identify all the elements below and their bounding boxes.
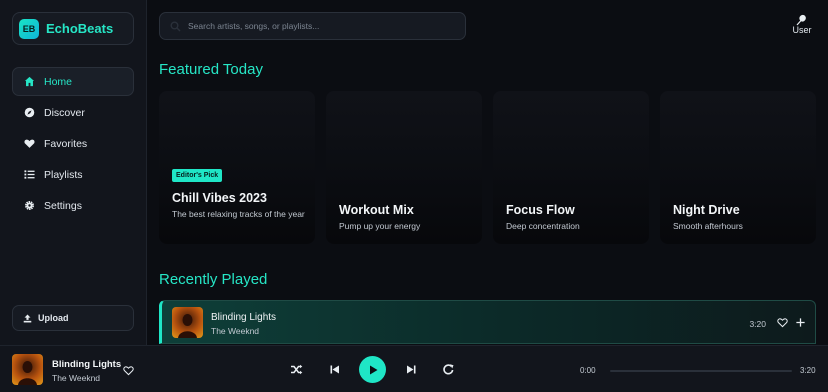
track-duration: 3:20 xyxy=(749,319,766,329)
track-row[interactable]: Blinding Lights The Weeknd 3:20 xyxy=(159,300,816,344)
play-icon xyxy=(367,364,379,376)
player-bar: Blinding Lights The Weeknd 0:00 3:20 xyxy=(0,345,828,392)
heart-outline-icon[interactable] xyxy=(123,365,134,376)
recent-section-title: Recently Played xyxy=(159,271,268,288)
gear-icon xyxy=(23,200,35,212)
brand-name: EchoBeats xyxy=(46,21,114,36)
total-time: 3:20 xyxy=(800,366,816,375)
card-desc: Deep concentration xyxy=(506,221,580,231)
now-playing-title: Blinding Lights xyxy=(52,359,122,370)
play-button[interactable] xyxy=(359,356,386,383)
sidebar-item-label: Discover xyxy=(44,106,85,119)
compass-icon xyxy=(23,107,35,119)
card-title: Night Drive xyxy=(673,203,740,217)
previous-icon[interactable] xyxy=(328,363,341,376)
card-desc: Smooth afterhours xyxy=(673,221,743,231)
sidebar: EB EchoBeats Home Discover Favorites Pla… xyxy=(0,0,147,345)
featured-section-title: Featured Today xyxy=(159,61,263,78)
featured-card[interactable]: Editor's Pick Chill Vibes 2023 The best … xyxy=(159,91,315,244)
card-badge: Editor's Pick xyxy=(172,169,223,182)
shuffle-icon[interactable] xyxy=(290,363,303,376)
progress-bar[interactable] xyxy=(610,370,792,372)
search-input[interactable] xyxy=(188,21,465,31)
list-icon xyxy=(23,169,35,181)
now-playing-artist: The Weeknd xyxy=(52,373,101,383)
card-title: Chill Vibes 2023 xyxy=(172,191,267,205)
home-icon xyxy=(23,76,35,88)
next-icon[interactable] xyxy=(405,363,418,376)
sidebar-item-settings[interactable]: Settings xyxy=(12,191,134,220)
search-icon xyxy=(170,21,181,32)
heart-outline-icon[interactable] xyxy=(777,317,788,328)
sidebar-item-label: Settings xyxy=(44,199,82,212)
upload-icon xyxy=(23,313,38,323)
card-desc: The best relaxing tracks of the year xyxy=(172,209,305,219)
brand-logo: EB xyxy=(19,18,39,39)
sidebar-item-discover[interactable]: Discover xyxy=(12,98,134,127)
brand[interactable]: EB EchoBeats xyxy=(12,12,134,45)
card-title: Workout Mix xyxy=(339,203,414,217)
sidebar-item-favorites[interactable]: Favorites xyxy=(12,129,134,158)
sidebar-item-playlists[interactable]: Playlists xyxy=(12,160,134,189)
repeat-icon[interactable] xyxy=(442,363,455,376)
album-art xyxy=(172,307,203,338)
plus-icon[interactable] xyxy=(795,317,806,328)
search-bar xyxy=(159,12,466,40)
featured-card[interactable]: Night Drive Smooth afterhours xyxy=(660,91,816,244)
sidebar-nav: Home Discover Favorites Playlists Settin… xyxy=(12,67,134,222)
card-title: Focus Flow xyxy=(506,203,575,217)
featured-card[interactable]: Workout Mix Pump up your energy xyxy=(326,91,482,244)
sidebar-item-home[interactable]: Home xyxy=(12,67,134,96)
card-desc: Pump up your energy xyxy=(339,221,421,231)
featured-card[interactable]: Focus Flow Deep concentration xyxy=(493,91,649,244)
track-title: Blinding Lights xyxy=(211,312,277,323)
user-label: User xyxy=(792,25,812,35)
current-time: 0:00 xyxy=(580,366,596,375)
sidebar-item-label: Playlists xyxy=(44,168,83,181)
user-menu[interactable]: User xyxy=(786,14,818,40)
upload-label: Upload xyxy=(38,313,69,323)
album-art xyxy=(12,354,43,385)
upload-button[interactable]: Upload xyxy=(12,305,134,331)
sidebar-item-label: Home xyxy=(44,75,73,88)
heart-icon xyxy=(23,138,35,150)
track-artist: The Weeknd xyxy=(211,326,260,336)
sidebar-item-label: Favorites xyxy=(44,137,88,150)
